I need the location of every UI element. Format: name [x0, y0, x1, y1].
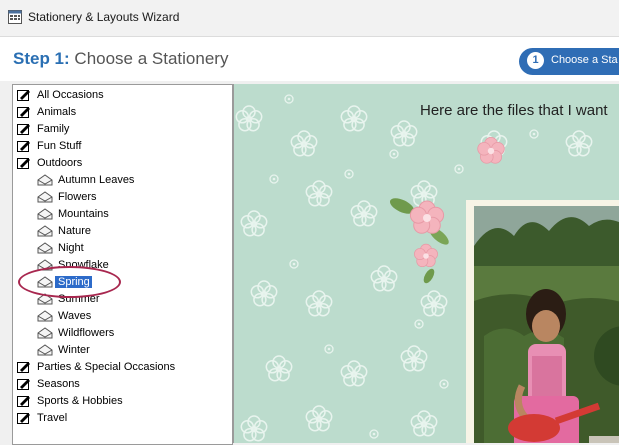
tree-item-label: Autumn Leaves: [58, 173, 135, 186]
tree-item-fun-stuff[interactable]: Fun Stuff: [17, 137, 83, 154]
stationery-icon: [17, 123, 35, 135]
stationery-icon: [17, 395, 35, 407]
tree-item-label: Winter: [58, 343, 90, 356]
envelope-icon: [37, 241, 55, 254]
tree-item-seasons[interactable]: Seasons: [17, 375, 82, 392]
stationery-icon: [17, 412, 35, 424]
photo-girl-watering: [474, 206, 619, 443]
tree-item-label: Family: [37, 122, 70, 135]
step-number-badge: 1: [527, 52, 544, 69]
tree-subitem-winter[interactable]: Winter: [37, 341, 92, 358]
step-pill-label: Choose a Sta: [551, 54, 618, 66]
tree-item-label: Wildflowers: [58, 326, 115, 339]
step-number: Step 1:: [13, 49, 70, 68]
tree-item-travel[interactable]: Travel: [17, 409, 69, 426]
tree-item-label: Flowers: [58, 190, 97, 203]
app-icon: [8, 10, 22, 24]
stationery-icon: [17, 157, 35, 169]
envelope-icon: [37, 326, 55, 339]
tree-subitem-flowers[interactable]: Flowers: [37, 188, 99, 205]
step-indicator-pill[interactable]: 1 Choose a Sta: [519, 48, 619, 75]
envelope-icon: [37, 173, 55, 186]
stationery-tree[interactable]: All Occasions Animals Family Fun Stuff Outdo…: [12, 84, 233, 445]
tree-subitem-night[interactable]: Night: [37, 239, 86, 256]
tree-subitem-nature[interactable]: Nature: [37, 222, 93, 239]
stationery-icon: [17, 106, 35, 118]
stationery-preview: Here are the files that I want: [233, 84, 619, 443]
tree-subitem-waves[interactable]: Waves: [37, 307, 93, 324]
stationery-icon: [17, 140, 35, 152]
stationery-icon: [17, 89, 35, 101]
page-title: Step 1: Choose a Stationery: [13, 49, 228, 69]
envelope-icon: [37, 343, 55, 356]
envelope-icon: [37, 190, 55, 203]
envelope-icon: [37, 309, 55, 322]
tree-item-label: All Occasions: [37, 88, 104, 101]
envelope-icon: [37, 224, 55, 237]
tree-item-family[interactable]: Family: [17, 120, 71, 137]
tree-item-animals[interactable]: Animals: [17, 103, 78, 120]
envelope-icon: [37, 207, 55, 220]
tree-item-label: Sports & Hobbies: [37, 394, 123, 407]
preview-heading: Here are the files that I want: [420, 102, 608, 119]
tree-item-all-occasions[interactable]: All Occasions: [17, 86, 106, 103]
tree-item-label: Night: [58, 241, 84, 254]
highlight-callout: [18, 266, 121, 298]
tree-item-outdoors[interactable]: Outdoors: [17, 154, 84, 171]
tree-item-label: Parties & Special Occasions: [37, 360, 176, 373]
tree-item-label: Seasons: [37, 377, 80, 390]
tree-item-label: Animals: [37, 105, 77, 118]
tree-item-label: Fun Stuff: [37, 139, 82, 152]
tree-item-label: Travel: [37, 411, 68, 424]
stationery-icon: [17, 378, 35, 390]
tree-item-parties-special-occasions[interactable]: Parties & Special Occasions: [17, 358, 177, 375]
stationery-icon: [17, 361, 35, 373]
window-title: Stationery & Layouts Wizard: [28, 10, 180, 24]
tree-item-label: Waves: [58, 309, 92, 322]
tree-item-sports-hobbies[interactable]: Sports & Hobbies: [17, 392, 125, 409]
tree-subitem-autumn-leaves[interactable]: Autumn Leaves: [37, 171, 136, 188]
tree-item-label: Outdoors: [37, 156, 83, 169]
wizard-header: Step 1: Choose a Stationery 1 Choose a S…: [0, 37, 619, 81]
tree-item-label: Nature: [58, 224, 92, 237]
tree-item-label: Mountains: [58, 207, 109, 220]
step-title-text: Choose a Stationery: [69, 49, 229, 68]
tree-subitem-mountains[interactable]: Mountains: [37, 205, 111, 222]
tree-subitem-wildflowers[interactable]: Wildflowers: [37, 324, 116, 341]
title-bar: Stationery & Layouts Wizard: [0, 0, 619, 37]
